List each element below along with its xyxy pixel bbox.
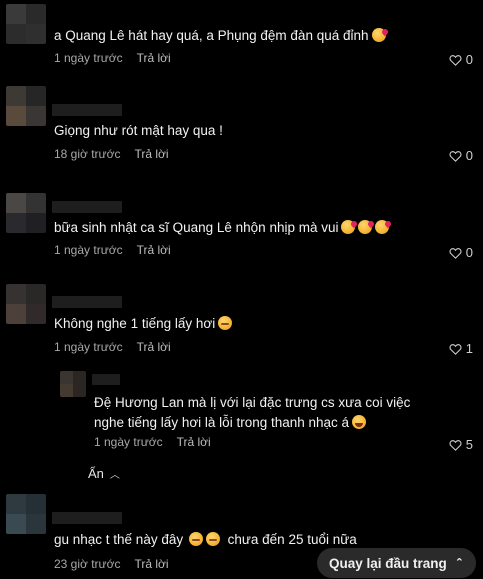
avatar[interactable] bbox=[6, 86, 46, 126]
like-button[interactable]: 0 bbox=[449, 52, 473, 67]
reply-button[interactable]: Trả lời bbox=[134, 557, 168, 571]
smiling-face-emoji-icon bbox=[206, 532, 221, 546]
heart-face-emoji-icon bbox=[358, 220, 373, 234]
reply-button[interactable]: Trả lời bbox=[137, 51, 171, 65]
comment-meta: 1 ngày trước Trả lời bbox=[54, 243, 171, 257]
comment-time: 1 ngày trước bbox=[54, 51, 123, 65]
hide-replies-button[interactable]: Ẩn ︿ bbox=[88, 466, 120, 481]
reply-text: Đệ Hương Lan mà lị với lại đặc trưng cs … bbox=[94, 395, 411, 430]
username[interactable] bbox=[52, 104, 122, 116]
username[interactable] bbox=[92, 374, 120, 385]
heart-face-emoji-icon bbox=[375, 220, 390, 234]
like-count: 0 bbox=[465, 148, 473, 163]
reply-button[interactable]: Trả lời bbox=[137, 340, 171, 354]
reply-button[interactable]: Trả lời bbox=[134, 147, 168, 161]
like-count: 1 bbox=[465, 341, 473, 356]
like-count: 0 bbox=[465, 245, 473, 260]
like-button[interactable]: 1 bbox=[449, 341, 473, 356]
comment-text: gu nhạc t thế này đây chưa đến 25 tuổi n… bbox=[54, 532, 357, 547]
heart-face-emoji-icon bbox=[341, 220, 356, 234]
heart-outline-icon bbox=[449, 247, 462, 259]
chevron-up-icon: ︿ bbox=[109, 470, 120, 481]
laughing-face-emoji-icon bbox=[352, 415, 367, 429]
heart-outline-icon bbox=[449, 150, 462, 162]
comment-time: 23 giờ trước bbox=[54, 557, 121, 571]
username[interactable] bbox=[52, 201, 122, 213]
comment-time: 18 giờ trước bbox=[54, 147, 121, 161]
like-button[interactable]: 5 bbox=[449, 437, 473, 452]
reply-time: 1 ngày trước bbox=[94, 435, 163, 449]
smiling-face-emoji-icon bbox=[218, 316, 233, 330]
comment-text: Giọng như rót mật hay qua ! bbox=[54, 123, 223, 138]
comment-meta: 1 ngày trước Trả lời bbox=[54, 340, 171, 354]
like-button[interactable]: 0 bbox=[449, 148, 473, 163]
heart-outline-icon bbox=[449, 54, 462, 66]
comment-meta: 1 ngày trước Trả lời bbox=[54, 51, 171, 65]
like-count: 5 bbox=[465, 437, 473, 452]
avatar[interactable] bbox=[60, 371, 86, 397]
comment-meta: 18 giờ trước Trả lời bbox=[54, 147, 169, 161]
comment-time: 1 ngày trước bbox=[54, 243, 123, 257]
heart-outline-icon bbox=[449, 343, 462, 355]
reply-button[interactable]: Trả lời bbox=[137, 243, 171, 257]
username[interactable] bbox=[52, 512, 122, 524]
comment-meta: 23 giờ trước Trả lời bbox=[54, 557, 169, 571]
avatar[interactable] bbox=[6, 193, 46, 233]
heart-outline-icon bbox=[449, 439, 462, 451]
comment-text: bữa sinh nhật ca sĩ Quang Lê nhộn nhịp m… bbox=[54, 218, 390, 238]
like-button[interactable]: 0 bbox=[449, 245, 473, 260]
reply-meta: 1 ngày trước Trả lời bbox=[94, 435, 211, 449]
avatar[interactable] bbox=[6, 4, 46, 44]
smiling-face-emoji-icon bbox=[189, 532, 204, 546]
like-count: 0 bbox=[465, 52, 473, 67]
hide-replies-label: Ẩn bbox=[88, 466, 104, 481]
avatar[interactable] bbox=[6, 494, 46, 534]
reply-button[interactable]: Trả lời bbox=[177, 435, 211, 449]
heart-face-emoji-icon bbox=[371, 28, 386, 42]
comment-text: a Quang Lê hát hay quá, a Phụng đệm đàn … bbox=[54, 26, 386, 46]
username[interactable] bbox=[52, 296, 122, 308]
back-to-top-label: Quay lại đầu trang bbox=[329, 555, 447, 571]
comment-time: 1 ngày trước bbox=[54, 340, 123, 354]
avatar[interactable] bbox=[6, 284, 46, 324]
back-to-top-button[interactable]: Quay lại đầu trang ⌃ bbox=[317, 548, 476, 578]
double-chevron-up-icon: ⌃ bbox=[454, 556, 464, 569]
comment-text: Không nghe 1 tiếng lấy hơi bbox=[54, 314, 233, 334]
